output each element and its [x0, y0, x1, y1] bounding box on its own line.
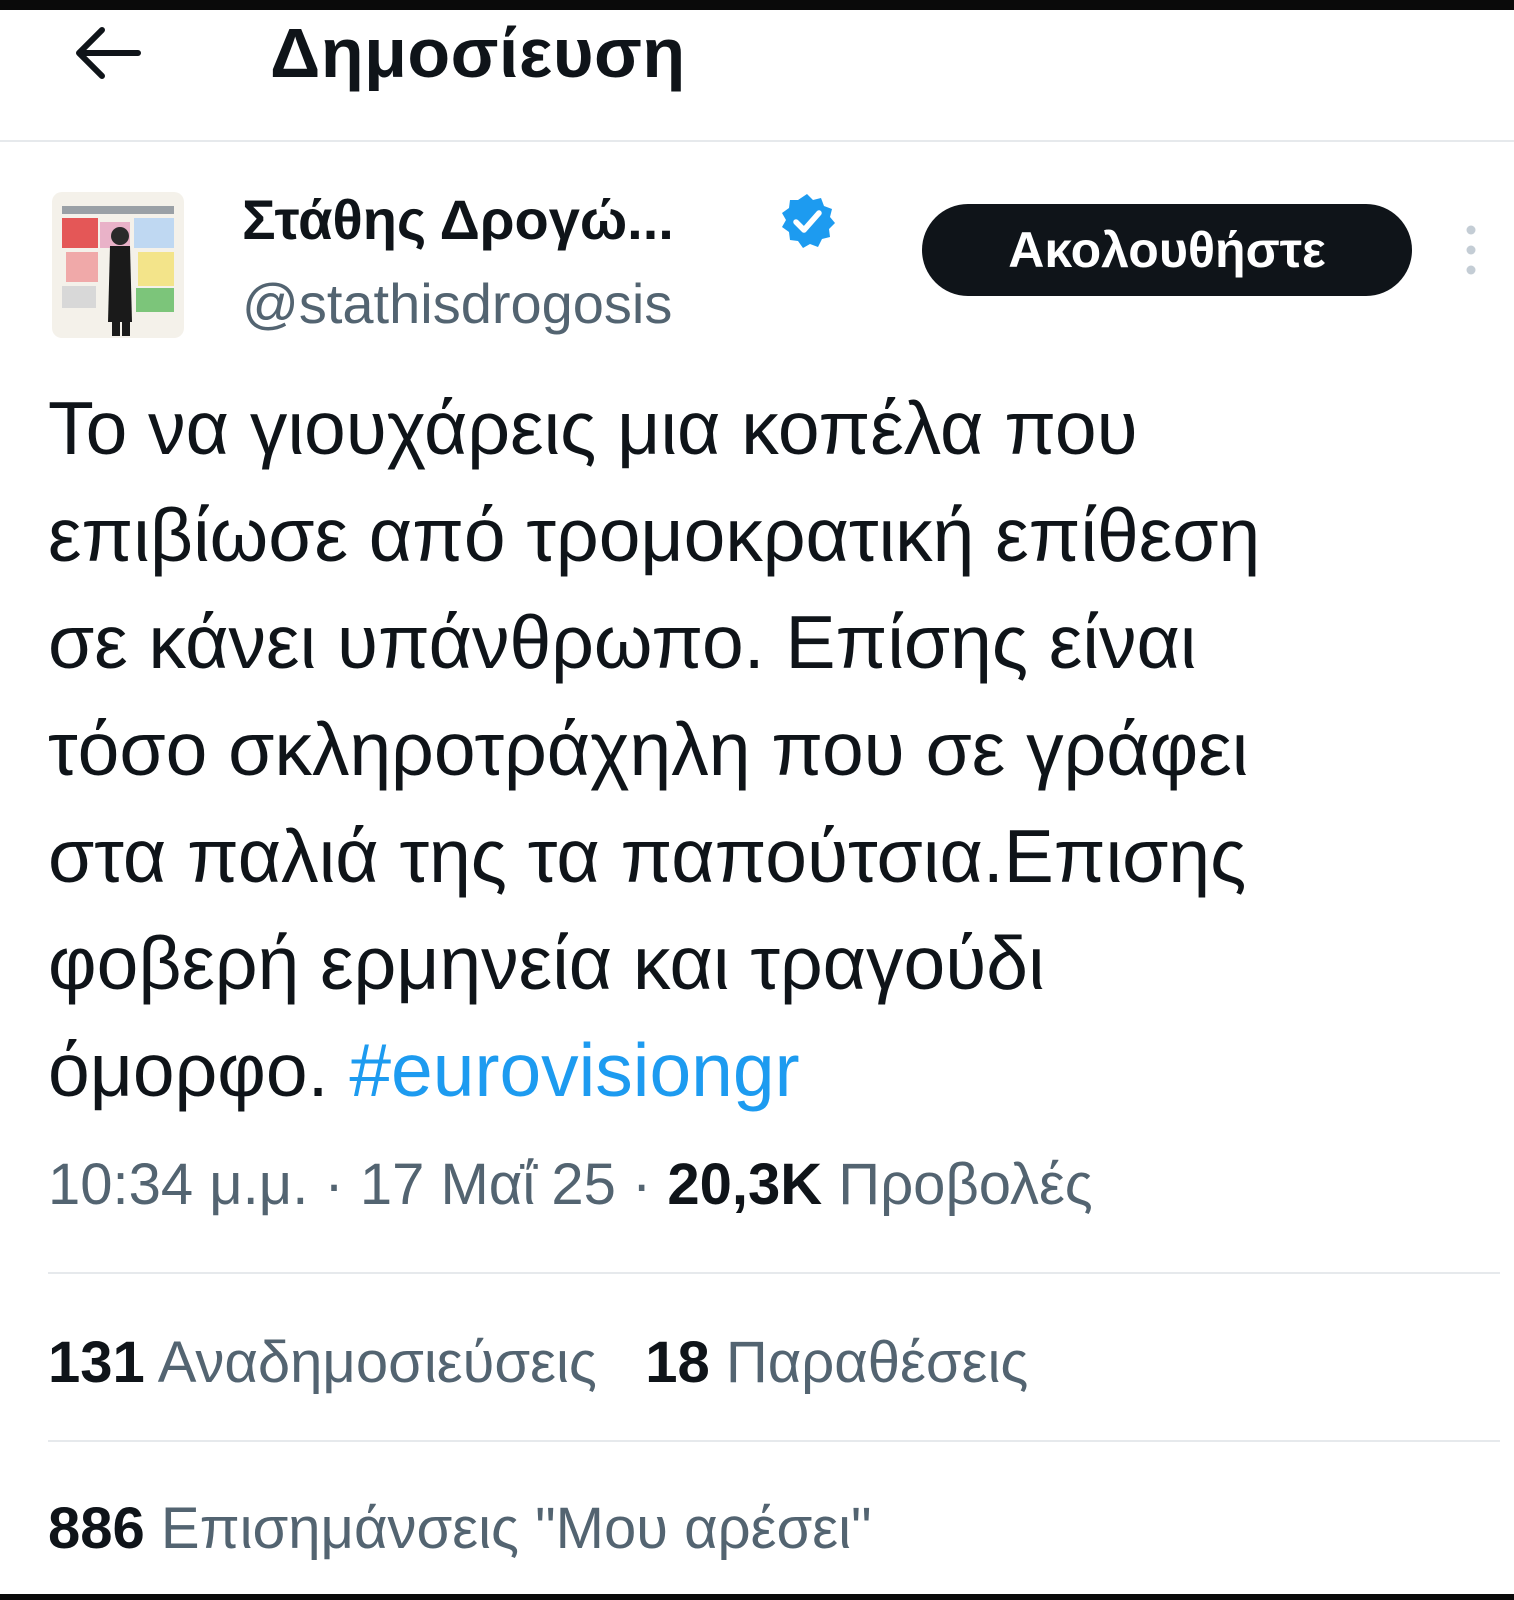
- quotes-label: Παραθέσεις: [709, 1330, 1029, 1395]
- stats-row: 131 Αναδημοσιεύσεις 18 Παραθέσεις: [48, 1318, 1028, 1408]
- tweet-last-text: όμορφο.: [48, 1028, 350, 1112]
- author-handle[interactable]: @stathisdrogosis: [242, 264, 672, 344]
- tweet-line: τόσο σκληροτράχηλη που σε γράφει: [48, 707, 1249, 791]
- tweet-text: Το να γιουχάρεις μια κοπέλα που επιβίωσε…: [48, 375, 1488, 1124]
- tweet-line: φοβερή ερμηνεία και τραγούδι: [48, 921, 1045, 1005]
- tweet-line-last: όμορφο. #eurovisiongr: [48, 1017, 1488, 1124]
- stats-divider-middle: [48, 1440, 1500, 1442]
- reposts-stat[interactable]: 131 Αναδημοσιεύσεις: [48, 1330, 597, 1395]
- avatar-image: [52, 192, 184, 338]
- likes-label: Επισημάνσεις "Μου αρέσει": [144, 1496, 872, 1561]
- quotes-stat[interactable]: 18 Παραθέσεις: [645, 1330, 1028, 1395]
- avatar[interactable]: [52, 192, 184, 338]
- likes-row: 886 Επισημάνσεις "Μου αρέσει": [48, 1484, 872, 1574]
- views-count: 20,3K: [667, 1152, 823, 1217]
- stats-divider-top: [48, 1272, 1500, 1274]
- quotes-count: 18: [645, 1330, 710, 1395]
- tweet-line: Το να γιουχάρεις μια κοπέλα που: [48, 386, 1138, 470]
- likes-stat[interactable]: 886 Επισημάνσεις "Μου αρέσει": [48, 1496, 872, 1561]
- follow-button[interactable]: Ακολουθήστε: [922, 204, 1412, 296]
- reposts-label: Αναδημοσιεύσεις: [144, 1330, 597, 1395]
- header-divider: [0, 140, 1514, 142]
- timestamp[interactable]: 10:34 μ.μ. · 17 Μαΐ 25 ·: [48, 1152, 667, 1217]
- tweet-line: σε κάνει υπάνθρωπο. Επίσης είναι: [48, 600, 1197, 684]
- page-title: Δημοσίευση: [270, 14, 686, 92]
- more-options-icon[interactable]: [1456, 222, 1486, 282]
- hashtag-link[interactable]: #eurovisiongr: [349, 1028, 799, 1112]
- back-button[interactable]: [62, 18, 152, 88]
- likes-count: 886: [48, 1496, 145, 1561]
- verified-badge-icon: [782, 194, 835, 248]
- header: Δημοσίευση: [0, 10, 1514, 140]
- tweet-line: επιβίωσε από τρομοκρατική επίθεση: [48, 493, 1261, 577]
- tweet-meta: 10:34 μ.μ. · 17 Μαΐ 25 · 20,3K Προβολές: [48, 1140, 1093, 1230]
- reposts-count: 131: [48, 1330, 145, 1395]
- views-label: Προβολές: [822, 1152, 1093, 1217]
- bottom-edge-bar: [0, 1594, 1514, 1600]
- author-name[interactable]: Στάθης Δρογώ...: [242, 180, 674, 260]
- top-edge-bar: [0, 0, 1514, 10]
- tweet-line: στα παλιά της τα παπούτσια.Επισης: [48, 814, 1247, 898]
- arrow-left-icon: [76, 27, 141, 79]
